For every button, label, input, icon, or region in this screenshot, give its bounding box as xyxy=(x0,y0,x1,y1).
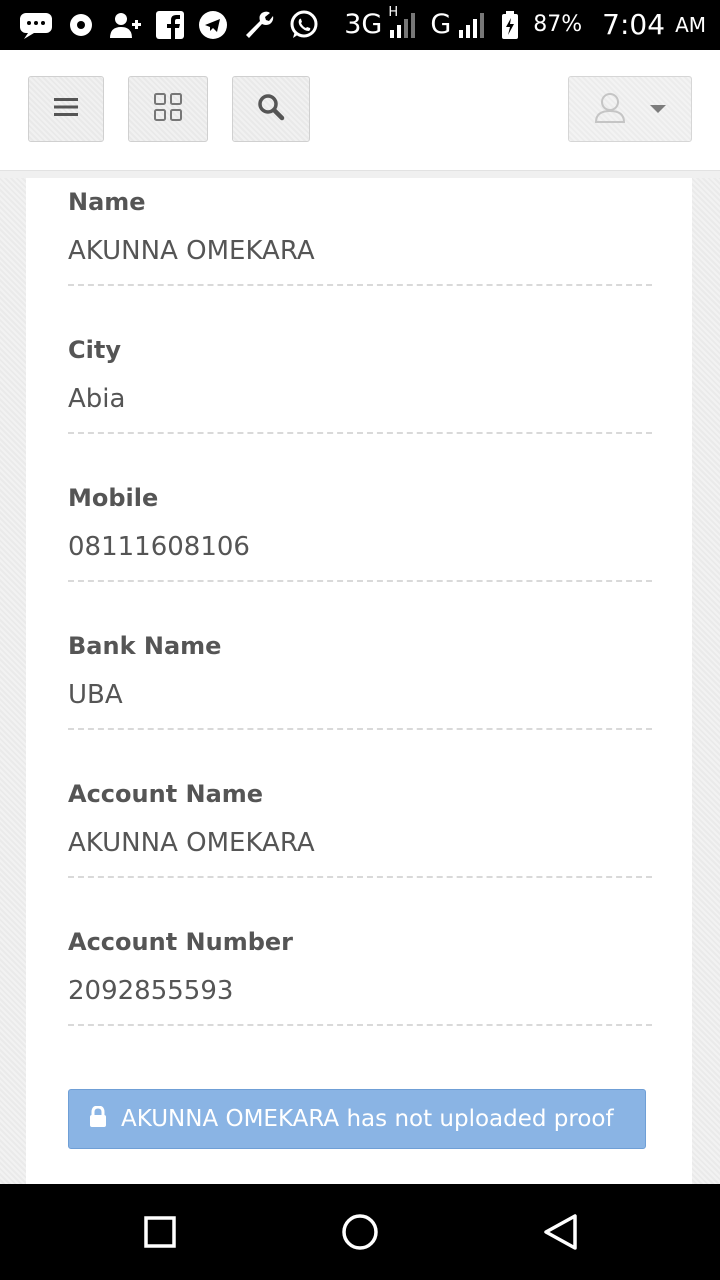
dashed-divider xyxy=(68,432,652,434)
back-triangle-icon xyxy=(540,1212,580,1256)
field-value: AKUNNA OMEKARA xyxy=(68,828,315,858)
system-navigation-bar xyxy=(0,1184,720,1280)
user-menu-button[interactable] xyxy=(568,76,692,142)
field-value: AKUNNA OMEKARA xyxy=(68,236,315,266)
menu-button[interactable] xyxy=(28,76,104,142)
status-bar: 3G H G 87% 7:04 AM xyxy=(0,0,720,50)
battery-charging-icon xyxy=(501,0,519,50)
proof-status-alert: AKUNNA OMEKARA has not uploaded proof xyxy=(68,1089,646,1149)
home-button[interactable] xyxy=(338,1212,382,1256)
home-circle-icon xyxy=(340,1212,380,1256)
apps-grid-button[interactable] xyxy=(128,76,208,142)
caret-down-icon xyxy=(649,100,667,119)
user-avatar-icon xyxy=(593,90,627,128)
search-icon xyxy=(257,93,285,125)
dashed-divider xyxy=(68,1024,652,1026)
facebook-icon xyxy=(156,0,184,50)
recents-square-icon xyxy=(143,1215,177,1253)
network-3g-label: 3G xyxy=(344,9,383,40)
toolbar-divider xyxy=(0,171,720,178)
field-label: Account Number xyxy=(68,928,293,956)
back-button[interactable] xyxy=(538,1212,582,1256)
hamburger-menu-icon xyxy=(53,96,79,122)
top-toolbar xyxy=(0,50,720,171)
field-label: Name xyxy=(68,188,146,216)
search-button[interactable] xyxy=(232,76,310,142)
field-label: Bank Name xyxy=(68,632,222,660)
network-g-label: G xyxy=(430,9,452,40)
field-label: Mobile xyxy=(68,484,159,512)
field-value: 2092855593 xyxy=(68,976,234,1006)
dashed-divider xyxy=(68,728,652,730)
field-value: UBA xyxy=(68,680,123,710)
proof-status-text: AKUNNA OMEKARA has not uploaded proof xyxy=(121,1106,614,1132)
telegram-icon xyxy=(198,0,228,50)
battery-percent: 87% xyxy=(533,12,583,37)
member-details-card: Name AKUNNA OMEKARA City Abia Mobile 081… xyxy=(26,178,692,1184)
whatsapp-icon xyxy=(288,0,320,50)
dashed-divider xyxy=(68,284,652,286)
recents-button[interactable] xyxy=(138,1212,182,1256)
page-background-left xyxy=(0,178,26,1184)
network-h-label: H xyxy=(388,5,399,20)
field-value: 08111608106 xyxy=(68,532,250,562)
record-icon xyxy=(68,0,94,50)
messages-icon xyxy=(18,0,54,50)
signal-icon xyxy=(457,0,487,50)
wrench-icon xyxy=(242,0,274,50)
field-label: Account Name xyxy=(68,780,264,808)
dashed-divider xyxy=(68,876,652,878)
lock-icon xyxy=(89,1105,107,1132)
clock-ampm: AM xyxy=(675,13,706,37)
dashed-divider xyxy=(68,580,652,582)
clock-time: 7:04 xyxy=(602,8,666,41)
page-background-right xyxy=(692,178,720,1184)
add-contact-icon xyxy=(108,0,142,50)
field-label: City xyxy=(68,336,121,364)
grid-icon xyxy=(153,92,183,126)
field-value: Abia xyxy=(68,384,126,414)
